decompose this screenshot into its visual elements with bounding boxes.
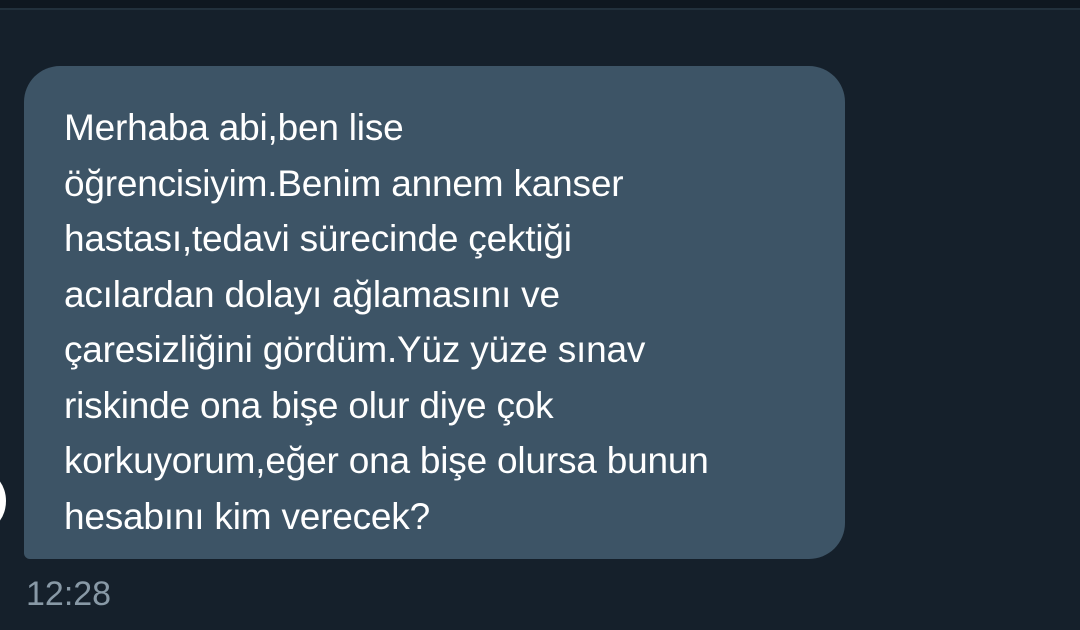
sender-avatar[interactable] — [0, 472, 6, 530]
header-divider — [0, 0, 1080, 10]
message-bubble[interactable]: Merhaba abi,ben lise öğrencisiyim.Benim … — [24, 66, 845, 559]
message-timestamp: 12:28 — [26, 575, 112, 613]
message-text: Merhaba abi,ben lise öğrencisiyim.Benim … — [64, 107, 709, 537]
